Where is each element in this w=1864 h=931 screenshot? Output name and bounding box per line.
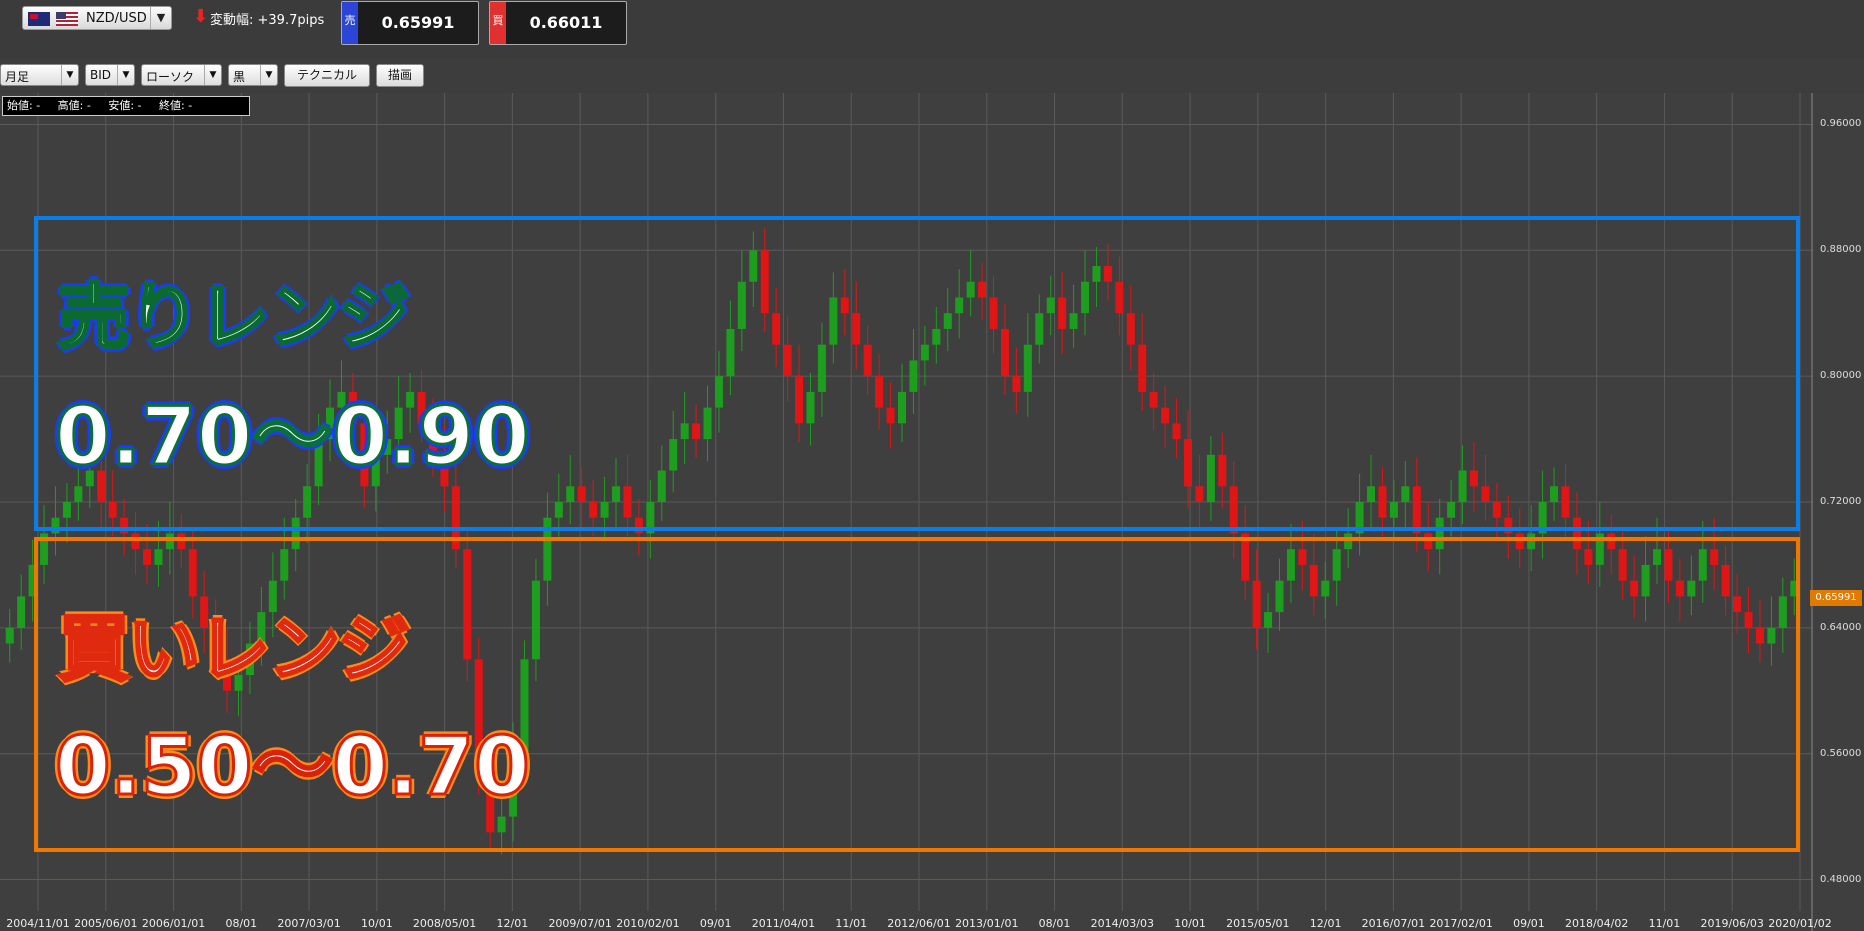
chevron-down-icon: ▼ (117, 65, 134, 85)
x-tick-label: 09/01 (699, 917, 732, 930)
buy-button[interactable]: 買 0.66011 (489, 1, 627, 45)
buy-range-value: 0.50～0.70 (54, 719, 532, 815)
x-tick-label: 10/01 (360, 917, 393, 930)
y-tick-label: 0.72000 (1820, 496, 1862, 507)
buy-range-title: 買いレンジ (56, 606, 411, 693)
buy-tag: 買 (490, 2, 506, 44)
ohlc-readout: 始値: - 高値: - 安値: - 終値: - (2, 96, 250, 116)
sell-price: 0.65991 (381, 13, 455, 32)
high-value: 高値: - (57, 99, 91, 112)
x-tick-label: 2019/06/03 (1700, 917, 1764, 930)
x-tick-label: 12/01 (496, 917, 529, 930)
currency-pair-select[interactable]: NZD/USD ▼ (22, 6, 172, 30)
x-tick-label: 10/01 (1174, 917, 1206, 930)
x-tick-label: 2008/05/01 (412, 917, 477, 930)
x-tick-label: 2017/02/01 (1429, 917, 1493, 930)
x-tick-label: 2012/06/01 (887, 917, 951, 930)
y-tick-label: 0.88000 (1820, 244, 1862, 256)
x-tick-label: 2010/02/01 (616, 917, 680, 930)
y-tick-label: 0.56000 (1820, 747, 1862, 759)
chart-style-select[interactable]: ローソク ▼ (141, 64, 222, 86)
y-tick-label: 0.48000 (1820, 873, 1862, 885)
chart-style-label: ローソク (146, 70, 195, 84)
x-tick-label: 11/01 (1648, 917, 1681, 930)
x-tick-label: 2007/03/01 (277, 917, 341, 930)
x-tick-label: 12/01 (1309, 917, 1342, 930)
sell-tag: 売 (342, 2, 358, 44)
x-tick-label: 2018/04/02 (1564, 917, 1629, 930)
price-type-select[interactable]: BID ▼ (85, 64, 135, 86)
chevron-down-icon[interactable]: ▼ (150, 7, 171, 29)
y-tick-label: 0.96000 (1820, 118, 1862, 130)
x-tick-label: 2005/06/01 (74, 917, 138, 930)
candle-body (5, 627, 14, 644)
x-tick-label: 11/01 (835, 917, 868, 930)
chevron-down-icon: ▼ (61, 65, 78, 85)
x-tick-label: 2009/07/01 (548, 917, 612, 930)
price-change: 変動幅: +39.7pips (210, 13, 325, 28)
candle-body (17, 596, 26, 628)
x-tick-label: 2014/03/03 (1090, 917, 1154, 930)
x-tick-label: 2016/07/01 (1361, 917, 1426, 930)
x-tick-label: 09/01 (1513, 917, 1545, 930)
x-tick-label: 2004/11/01 (6, 917, 70, 930)
x-tick-label: 2011/04/01 (751, 917, 816, 930)
sell-range-title: 売りレンジ (56, 274, 411, 361)
technical-button[interactable]: テクニカル (284, 64, 370, 87)
y-tick-label: 0.64000 (1820, 621, 1862, 633)
currency-pair-label: NZD/USD (86, 11, 147, 26)
low-value: 安値: - (108, 99, 142, 112)
y-tick-label: 0.80000 (1820, 370, 1862, 382)
buy-price: 0.66011 (529, 13, 603, 32)
draw-button[interactable]: 描画 (376, 64, 424, 87)
x-tick-label: 2013/01/01 (955, 917, 1019, 930)
theme-label: 黒 (233, 70, 246, 84)
sell-button[interactable]: 売 0.65991 (341, 1, 479, 45)
current-price-tag: 0.65991 (1810, 590, 1862, 606)
chevron-down-icon: ▼ (260, 65, 277, 85)
x-tick-label: 08/01 (225, 917, 258, 930)
australia-flag-icon (28, 12, 50, 26)
x-tick-label: 08/01 (1038, 917, 1071, 930)
x-tick-label: 2020/01/02 (1768, 917, 1832, 930)
sell-range-value: 0.70～0.90 (54, 389, 532, 485)
theme-select[interactable]: 黒 ▼ (228, 64, 278, 86)
down-arrow-icon: ⬇ (193, 6, 209, 27)
x-tick-label: 2006/01/01 (141, 917, 206, 930)
price-type-label: BID (90, 68, 112, 82)
us-flag-icon (56, 12, 78, 26)
timeframe-select[interactable]: 月足 ▼ (0, 64, 79, 86)
close-value: 終値: - (159, 99, 193, 112)
open-value: 始値: - (7, 99, 41, 112)
chevron-down-icon: ▼ (204, 65, 221, 85)
timeframe-label: 月足 (5, 70, 30, 84)
x-tick-label: 2015/05/01 (1226, 917, 1290, 930)
